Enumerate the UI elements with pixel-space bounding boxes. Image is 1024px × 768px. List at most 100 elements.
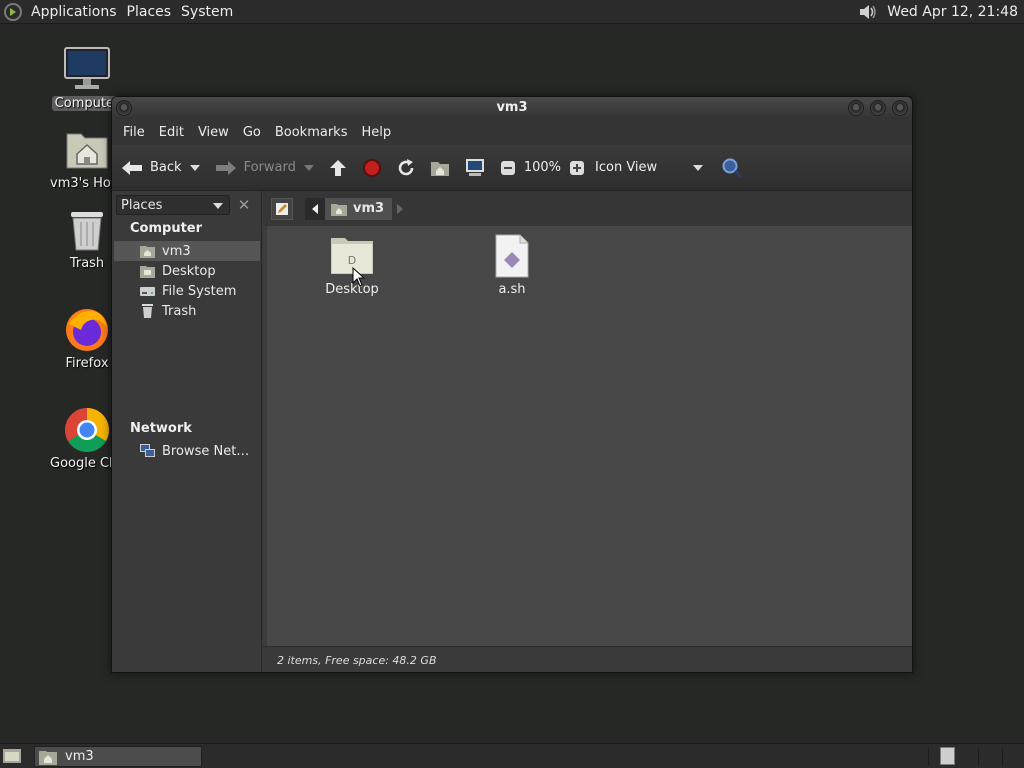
- system-menu[interactable]: System: [176, 0, 238, 24]
- menu-help[interactable]: Help: [354, 125, 398, 140]
- forward-button[interactable]: Forward: [214, 159, 296, 177]
- bottom-panel: vm3: [0, 743, 1024, 768]
- window-menu-button[interactable]: [116, 100, 132, 116]
- view-mode-label: Icon View: [595, 160, 658, 175]
- taskbar-item-vm3[interactable]: vm3: [34, 746, 202, 767]
- forward-label: Forward: [243, 160, 296, 175]
- gnome-foot-icon[interactable]: [0, 0, 26, 24]
- network-icon: [140, 444, 155, 457]
- back-label: Back: [150, 160, 182, 175]
- title-bar[interactable]: vm3: [112, 97, 912, 119]
- home-folder-icon: [39, 750, 57, 765]
- drive-icon: [140, 287, 155, 296]
- section-network: Network: [130, 421, 192, 436]
- home-icon: [430, 161, 449, 176]
- zoom-in-icon: [570, 160, 585, 175]
- chrome-icon: [63, 406, 111, 454]
- menu-edit[interactable]: Edit: [152, 125, 191, 140]
- file-item-a-sh[interactable]: a.sh: [467, 234, 557, 297]
- location-edit-button[interactable]: [271, 197, 293, 220]
- sidebar-item-desktop[interactable]: Desktop: [114, 261, 260, 281]
- show-desktop-button[interactable]: [2, 747, 22, 765]
- location-bar: vm3: [263, 191, 912, 226]
- window-title: vm3: [496, 100, 528, 115]
- trash-icon: [142, 304, 153, 318]
- reload-icon: [398, 158, 414, 175]
- computer-icon: [465, 158, 484, 176]
- zoom-out-icon: [500, 160, 515, 175]
- chevron-down-icon: [189, 164, 200, 171]
- sidebar-item-trash[interactable]: Trash: [114, 301, 260, 321]
- menu-bookmarks[interactable]: Bookmarks: [268, 125, 355, 140]
- breadcrumb-scroll-left[interactable]: [305, 197, 325, 220]
- places-menu[interactable]: Places: [122, 0, 177, 24]
- close-button[interactable]: [892, 100, 908, 116]
- section-computer: Computer: [130, 221, 203, 236]
- zoom-out-button[interactable]: [500, 160, 516, 176]
- search-button[interactable]: [721, 157, 743, 179]
- chevron-right-icon: [397, 203, 404, 214]
- computer-button[interactable]: [464, 158, 486, 178]
- menu-file[interactable]: File: [116, 125, 152, 140]
- desktop-icon-label: Trash: [69, 256, 105, 271]
- computer-icon: [63, 46, 111, 94]
- script-file-icon: [490, 234, 534, 278]
- back-history-dropdown[interactable]: [189, 164, 200, 171]
- side-pane-selector-label: Places: [121, 197, 163, 213]
- clock[interactable]: Wed Apr 12, 21:48: [879, 4, 1024, 20]
- up-arrow-icon: [329, 159, 346, 176]
- menu-view[interactable]: View: [191, 125, 236, 140]
- stop-button[interactable]: [362, 158, 382, 178]
- view-mode-select[interactable]: Icon View: [595, 160, 704, 175]
- svg-text:D: D: [348, 254, 356, 267]
- reload-button[interactable]: [396, 158, 416, 178]
- sidebar-item-browse-network[interactable]: Browse Net…: [114, 441, 260, 461]
- stop-icon: [362, 158, 381, 177]
- desktop-icon-label: Firefox: [65, 356, 109, 371]
- sidebar-item-label: Trash: [162, 303, 197, 319]
- speaker-icon[interactable]: [857, 2, 879, 22]
- chevron-down-icon: [303, 164, 314, 171]
- breadcrumb-vm3[interactable]: vm3: [325, 197, 393, 220]
- sidebar-item-label: Browse Net…: [162, 443, 250, 459]
- up-button[interactable]: [328, 158, 348, 178]
- file-view[interactable]: D Desktop a.sh: [267, 226, 912, 646]
- search-icon: [722, 158, 743, 178]
- workspace-divider: [1002, 747, 1003, 766]
- zoom-level[interactable]: 100%: [524, 160, 561, 175]
- file-manager-window: vm3 File Edit View Go Bookmarks Help Bac…: [111, 96, 913, 673]
- close-icon[interactable]: ✕: [234, 195, 254, 215]
- sidebar-item-label: vm3: [162, 243, 191, 259]
- sidebar-item-label: Desktop: [162, 263, 216, 279]
- applications-menu[interactable]: Applications: [26, 0, 122, 24]
- home-icon: [140, 246, 155, 258]
- maximize-button[interactable]: [870, 100, 886, 116]
- minimize-button[interactable]: [848, 100, 864, 116]
- file-name: a.sh: [498, 282, 526, 297]
- chevron-left-icon: [312, 203, 318, 214]
- home-folder-icon: [63, 126, 111, 174]
- menu-go[interactable]: Go: [236, 125, 268, 140]
- sidebar-item-file-system[interactable]: File System: [114, 281, 260, 301]
- workspace-divider: [978, 747, 979, 766]
- side-pane: Places ✕ Computer vm3 Desktop File Syste…: [112, 191, 262, 672]
- forward-history-dropdown[interactable]: [303, 164, 314, 171]
- forward-arrow-icon: [215, 160, 236, 175]
- breadcrumb-scroll-right[interactable]: [392, 198, 408, 220]
- zoom-in-button[interactable]: [569, 160, 585, 176]
- taskbar-item-label: vm3: [65, 749, 94, 764]
- firefox-icon: [63, 306, 111, 354]
- file-item-desktop[interactable]: D Desktop: [307, 234, 397, 297]
- show-desktop-icon: [3, 749, 21, 763]
- side-pane-selector[interactable]: Places: [116, 195, 230, 215]
- home-icon: [331, 203, 347, 216]
- back-button[interactable]: Back: [120, 159, 182, 177]
- sidebar-item-label: File System: [162, 283, 237, 299]
- workspace-1[interactable]: [940, 747, 955, 765]
- back-arrow-icon: [122, 160, 142, 175]
- workspace-divider: [928, 747, 929, 766]
- edit-icon: [276, 202, 288, 215]
- status-bar: 2 items, Free space: 48.2 GB: [263, 646, 912, 672]
- home-button[interactable]: [430, 159, 450, 177]
- sidebar-item-vm3[interactable]: vm3: [114, 241, 260, 261]
